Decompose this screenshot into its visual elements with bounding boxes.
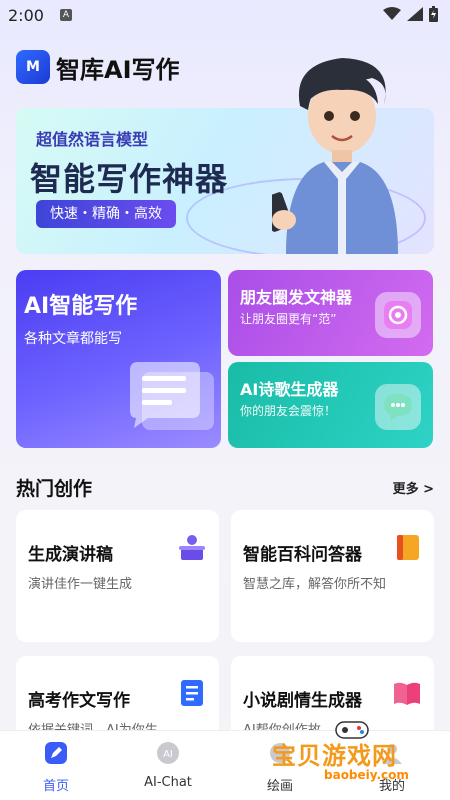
ai-chat-icon: AI [157, 742, 179, 764]
system-icons [383, 6, 438, 22]
tab-label: AI-Chat [144, 775, 192, 790]
home-pen-icon [45, 742, 67, 764]
tab-label: 首页 [42, 779, 69, 794]
grid-card-title: 高考作文写作 [28, 691, 130, 711]
moments-title: 朋友圈发文神器 [240, 288, 353, 307]
app-title: 智库AI写作 [56, 55, 180, 84]
moments-post-card[interactable]: 朋友圈发文神器 让朋友圈更有“范” [228, 270, 433, 356]
podium-icon [179, 535, 205, 560]
notification-a-icon: A [60, 9, 72, 21]
watermark-title: 宝贝游戏网 [272, 742, 397, 770]
grid-card-title: 生成演讲稿 [28, 545, 113, 565]
status-time: 2:00 [8, 6, 44, 25]
ai-writing-title: AI智能写作 [24, 294, 138, 319]
tab-home[interactable]: 首页 [16, 741, 96, 794]
document-chat-icon [130, 362, 214, 430]
hero-tagline-pill: 快速・精确・高效 [36, 200, 176, 228]
grid-card-speech[interactable]: 生成演讲稿 演讲佳作一键生成 [16, 510, 219, 642]
book-icon [397, 535, 419, 560]
grid-card-encyclopedia[interactable]: 智能百科问答器 智慧之库，解答你所不知 [231, 510, 434, 642]
status-bar: 2:00 A [0, 0, 450, 32]
chat-bubble-icon [375, 384, 421, 430]
watermark-url: baobeiy.com [324, 768, 409, 782]
document-icon [181, 680, 203, 706]
moments-desc: 让朋友圈更有“范” [240, 312, 337, 326]
grid-card-desc: 演讲佳作一键生成 [28, 577, 133, 592]
wifi-icon [383, 7, 401, 20]
app-logo: M [16, 50, 50, 84]
hero-subtitle: 超值然语言模型 [36, 130, 149, 149]
grid-card-title: 小说剧情生成器 [243, 691, 362, 711]
poem-generator-card[interactable]: AI诗歌生成器 你的朋友会震惊！ [228, 362, 433, 448]
app-header: M 智库AI写作 [16, 50, 180, 84]
hero-title: 智能写作神器 [30, 160, 229, 198]
svg-text:AI: AI [163, 749, 173, 760]
mascot-illustration [272, 58, 398, 254]
camera-aperture-icon [375, 292, 421, 338]
signal-icon [407, 7, 423, 21]
ai-writing-desc: 各种文章都能写 [24, 331, 122, 347]
watermark-logo: 宝贝游戏网 baobeiy.com [272, 718, 447, 790]
poem-desc: 你的朋友会震惊！ [240, 404, 337, 418]
hot-creations-heading: 热门创作 [16, 478, 93, 500]
open-book-icon [394, 682, 420, 705]
grid-card-desc: 智慧之库，解答你所不知 [243, 577, 387, 592]
ai-writing-card[interactable]: AI智能写作 各种文章都能写 [16, 270, 221, 448]
more-link[interactable]: 更多 > [393, 478, 434, 497]
tab-ai-chat[interactable]: AI AI-Chat [128, 741, 208, 790]
poem-title: AI诗歌生成器 [240, 380, 339, 399]
grid-card-title: 智能百科问答器 [243, 545, 362, 565]
battery-icon [429, 6, 438, 22]
